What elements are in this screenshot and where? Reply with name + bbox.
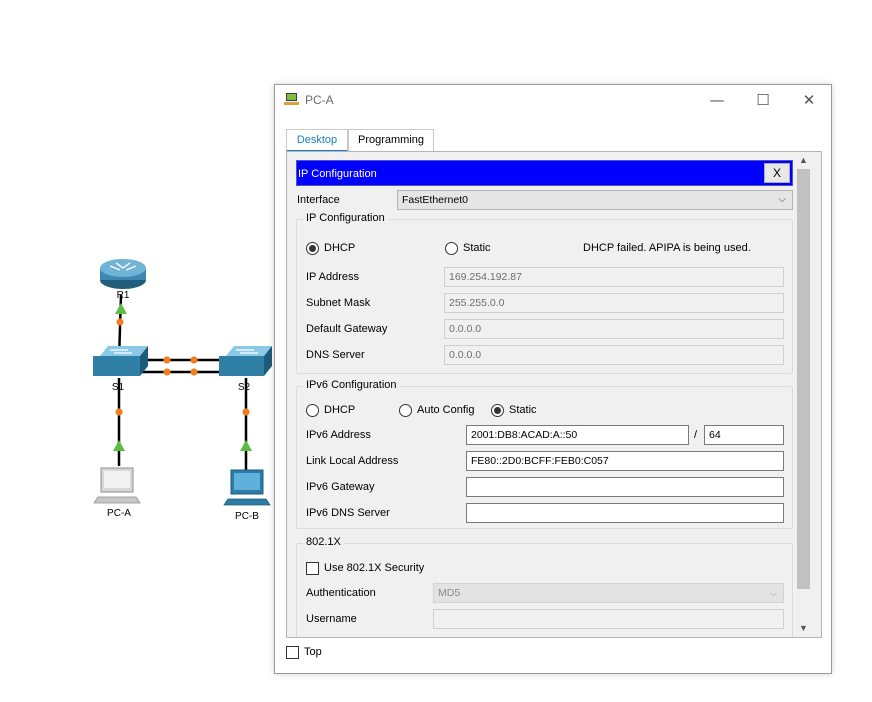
top-label: Top (304, 646, 322, 658)
ipv6-dhcp-radio[interactable] (306, 404, 319, 417)
subnet-mask-label: Subnet Mask (306, 297, 371, 309)
switch-s1-icon[interactable] (93, 346, 148, 376)
ipv6-dhcp-label: DHCP (324, 404, 356, 416)
chevron-down-icon: ⌵ (770, 588, 777, 598)
interface-select[interactable]: FastEthernet0 ⌵ (397, 190, 793, 210)
up-arrow-icon (115, 303, 127, 314)
ipv6-auto-config-radio[interactable] (399, 404, 412, 417)
default-gateway-field[interactable]: 0.0.0.0 (444, 319, 784, 339)
authentication-select[interactable]: MD5 ⌵ (433, 583, 784, 603)
pc-a-window: PC-A — ☐ ✕ Desktop Programming IP Config… (274, 84, 832, 674)
use-dot1x-checkbox[interactable] (306, 562, 319, 575)
dns-server-label: DNS Server (306, 349, 365, 361)
window-titlebar[interactable]: PC-A — ☐ ✕ (275, 85, 831, 115)
close-window-button[interactable]: ✕ (786, 85, 832, 115)
dot1x-group-title: 802.1X (303, 536, 344, 548)
dns-server-field[interactable]: 0.0.0.0 (444, 345, 784, 365)
ipv6-gateway-label: IPv6 Gateway (306, 481, 375, 493)
interface-value: FastEthernet0 (402, 194, 468, 206)
dhcp-status-text: DHCP failed. APIPA is being used. (583, 242, 751, 254)
ipv6-prefix-field[interactable]: 64 (704, 425, 784, 445)
up-arrow-icon (240, 440, 252, 451)
ipv6-static-label: Static (509, 404, 537, 416)
ipv4-dhcp-radio[interactable] (306, 242, 319, 255)
chevron-down-icon: ⌵ (778, 194, 786, 205)
authentication-value: MD5 (438, 587, 461, 599)
minimize-button[interactable]: — (694, 85, 740, 115)
ip-config-panel: IP Configuration X Interface FastEtherne… (296, 160, 793, 637)
authentication-label: Authentication (306, 587, 376, 599)
link-status-indicators (113, 303, 252, 451)
ip-address-field[interactable]: 169.254.192.87 (444, 267, 784, 287)
scroll-down-icon[interactable]: ▼ (795, 620, 812, 637)
pc-app-icon (284, 93, 299, 105)
ipv6-dns-field[interactable] (466, 503, 784, 523)
ipv6-address-field[interactable]: 2001:DB8:ACAD:A::50 (466, 425, 689, 445)
ipv6-group-title: IPv6 Configuration (303, 379, 400, 391)
tab-programming[interactable]: Programming (348, 129, 434, 151)
ipv6-gateway-field[interactable] (466, 477, 784, 497)
ipv6-static-radio[interactable] (491, 404, 504, 417)
ip-config-close-button[interactable]: X (764, 163, 790, 183)
top-checkbox[interactable] (286, 646, 299, 659)
use-dot1x-label: Use 802.1X Security (324, 562, 425, 574)
username-field[interactable] (433, 609, 784, 629)
window-title: PC-A (305, 93, 334, 107)
switch-s2-icon[interactable] (219, 346, 272, 376)
device-label-r1: R1 (116, 290, 130, 301)
tab-desktop[interactable]: Desktop (286, 129, 348, 152)
default-gateway-label: Default Gateway (306, 323, 388, 335)
device-label-s1: S1 (111, 382, 125, 393)
device-label-pc-b: PC-B (235, 511, 259, 522)
username-label: Username (306, 613, 357, 625)
maximize-button[interactable]: ☐ (740, 85, 786, 115)
up-arrow-icon (113, 440, 125, 451)
desktop-content: IP Configuration X Interface FastEtherne… (286, 151, 822, 638)
router-r1-icon[interactable] (100, 259, 146, 289)
scroll-up-icon[interactable]: ▲ (795, 152, 812, 169)
ipv4-group-title: IP Configuration (303, 212, 388, 224)
vertical-scrollbar[interactable]: ▲ ▼ (795, 152, 812, 637)
pc-a-icon[interactable] (93, 467, 141, 504)
topology-canvas[interactable]: R1 S1 S2 PC-A PC-B (0, 0, 280, 702)
link-local-label: Link Local Address (306, 455, 399, 467)
subnet-mask-field[interactable]: 255.255.0.0 (444, 293, 784, 313)
ip-config-title: IP Configuration (298, 168, 377, 180)
scroll-thumb[interactable] (797, 169, 810, 589)
ipv6-address-label: IPv6 Address (306, 429, 371, 441)
ipv6-dns-label: IPv6 DNS Server (306, 507, 390, 519)
network-links (117, 294, 248, 470)
prefix-separator: / (694, 429, 698, 441)
link-local-field[interactable]: FE80::2D0:BCFF:FEB0:C057 (466, 451, 784, 471)
ipv4-dhcp-label: DHCP (324, 242, 356, 254)
ipv4-static-label: Static (463, 242, 491, 254)
ipv6-auto-config-label: Auto Config (417, 404, 475, 416)
device-label-s2: S2 (237, 382, 251, 393)
ipv4-static-radio[interactable] (445, 242, 458, 255)
device-label-pc-a: PC-A (107, 508, 131, 519)
ip-address-label: IP Address (306, 271, 359, 283)
pc-b-icon[interactable] (223, 469, 271, 506)
ip-config-header: IP Configuration X (296, 160, 793, 186)
interface-label: Interface (297, 194, 340, 206)
